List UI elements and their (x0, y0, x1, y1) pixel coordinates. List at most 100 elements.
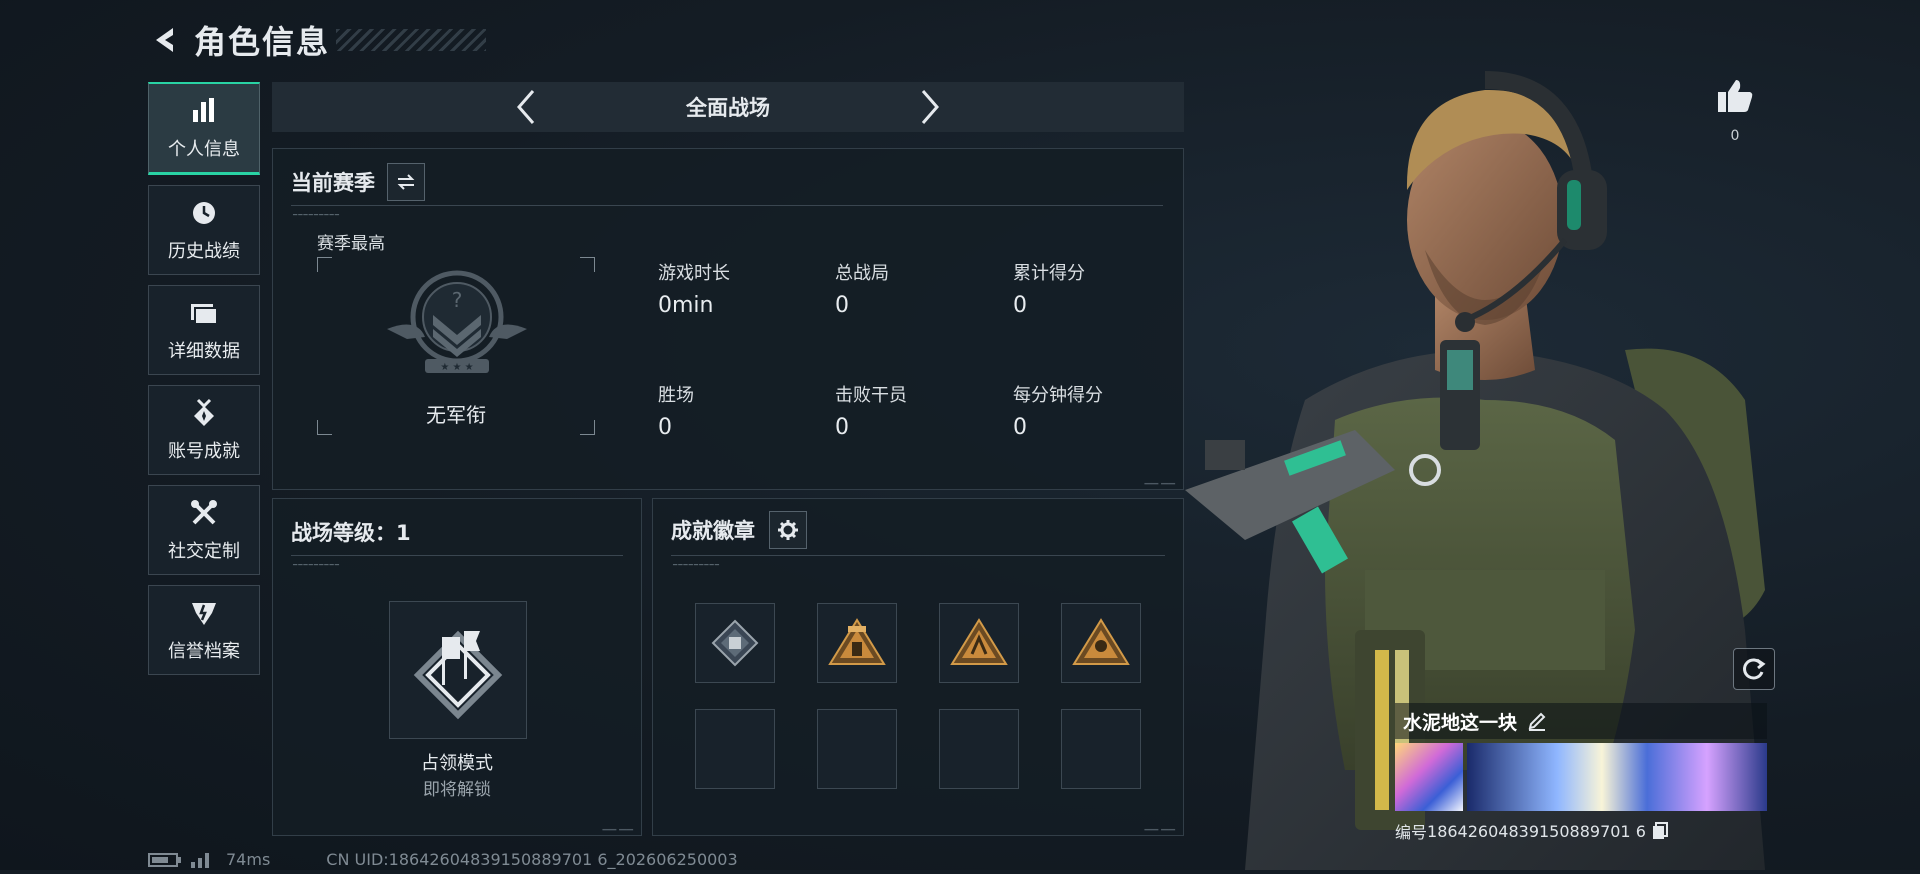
stat-value: 0 (835, 415, 849, 440)
thumbs-up-icon[interactable] (1715, 78, 1755, 118)
stat-label: 总战局 (835, 263, 889, 284)
stat-score-per-minute: 每分钟得分 0 (1013, 381, 1103, 440)
mode-selector: 全面战场 (272, 82, 1184, 132)
banner-image (1467, 743, 1767, 811)
battlefield-level-panel: 战场等级：1 ━━━━━━━━━ 占领模式 即将解锁 ▁▁ ▁▁ (272, 498, 642, 836)
svg-text:?: ? (452, 288, 463, 312)
stat-playtime: 游戏时长 0min (658, 259, 730, 318)
badge-settings-button[interactable] (769, 511, 807, 549)
stat-label: 击败干员 (835, 385, 907, 406)
sidebar-item-achievements[interactable]: 账号成就 (148, 385, 260, 475)
empty-badge-slot[interactable] (695, 709, 775, 789)
corner-decoration: ▁▁ ▁▁ (602, 821, 633, 831)
stat-label: 游戏时长 (658, 263, 730, 284)
corner-decoration: ▁▁ ▁▁ (1144, 475, 1175, 485)
badge-slot[interactable] (817, 603, 897, 683)
rank-name: 无军衔 (426, 403, 486, 427)
gold-triangle-badge-icon (828, 618, 886, 665)
title-decoration (336, 29, 487, 51)
sidebar-item-label: 账号成就 (168, 441, 240, 462)
sidebar-item-reputation[interactable]: 信誉档案 (148, 585, 260, 675)
mode-name: 占领模式 (421, 753, 493, 774)
switch-season-button[interactable] (387, 163, 425, 201)
stat-total-score: 累计得分 0 (1013, 259, 1085, 318)
stat-kills: 击败干员 0 (835, 381, 907, 440)
achievements-panel: 成就徽章 ━━━━━━━━━ ▁▁ ▁▁ (652, 498, 1184, 836)
edit-name-icon[interactable] (1527, 711, 1547, 731)
stat-total-matches: 总战局 0 (835, 259, 889, 318)
gear-icon (778, 520, 798, 540)
stat-label: 每分钟得分 (1013, 385, 1103, 406)
svg-text:★ ★ ★: ★ ★ ★ (440, 362, 473, 373)
decor-text: ━━━━━━━━━ (293, 561, 340, 569)
sidebar-item-history[interactable]: 历史战绩 (148, 185, 260, 275)
stat-value: 0min (658, 293, 714, 318)
back-arrow-icon[interactable] (150, 25, 180, 55)
swap-icon (397, 174, 415, 190)
stat-value: 0 (835, 293, 849, 318)
diamond-badge-icon (711, 619, 759, 667)
character-card: 水泥地这一块 编号 18642604839150889701 6 (1395, 703, 1767, 843)
stat-wins: 胜场 0 (658, 381, 694, 440)
sidebar-item-label: 社交定制 (168, 541, 240, 562)
wrench-icon (189, 497, 219, 529)
clock-icon (190, 197, 218, 229)
sidebar-item-details[interactable]: 详细数据 (148, 285, 260, 375)
avatar (1395, 743, 1463, 811)
ping-value: 74ms (226, 850, 271, 869)
stat-value: 0 (658, 415, 672, 440)
medal-icon (190, 397, 218, 429)
rotate-view-button[interactable] (1733, 648, 1775, 690)
season-best-label: 赛季最高 (317, 234, 385, 254)
badge-slot[interactable] (939, 603, 1019, 683)
prev-mode-button[interactable] (506, 87, 546, 127)
stat-label: 胜场 (658, 385, 694, 406)
empty-badge-slot[interactable] (817, 709, 897, 789)
sidebar-item-label: 个人信息 (168, 139, 240, 160)
character-id-row: 编号 18642604839150889701 6 (1395, 819, 1767, 843)
next-mode-button[interactable] (910, 87, 950, 127)
stat-label: 累计得分 (1013, 263, 1085, 284)
rotate-icon (1743, 658, 1766, 680)
like-count: 0 (1730, 128, 1740, 144)
mode-status: 即将解锁 (423, 780, 491, 800)
empty-badge-slot[interactable] (939, 709, 1019, 789)
badge-slot[interactable] (695, 603, 775, 683)
stat-value: 0 (1013, 293, 1027, 318)
flag-diamond-icon (413, 630, 503, 720)
sidebar-item-label: 历史战绩 (168, 241, 240, 262)
badge-slot[interactable] (1061, 603, 1141, 683)
profile-banner[interactable] (1395, 743, 1767, 811)
empty-badge-slot[interactable] (1061, 709, 1141, 789)
rank-emblem-icon: ? ★ ★ ★ (377, 267, 537, 381)
divider (291, 205, 1163, 206)
season-panel: 当前赛季 ━━━━━━━━━ 赛季最高 ? ★ ★ ★ 无军衔 游戏时长 0mi… (272, 148, 1184, 490)
copy-icon[interactable] (1652, 822, 1668, 840)
decor-text: ━━━━━━━━━ (673, 561, 720, 569)
bar-chart-icon (190, 95, 218, 127)
gold-triangle-badge-icon (1072, 618, 1130, 665)
page-header: 角色信息 (150, 18, 487, 62)
sidebar-item-social[interactable]: 社交定制 (148, 485, 260, 575)
battery-icon (148, 852, 182, 867)
uid-text: CN UID:18642604839150889701 6_2026062500… (326, 850, 738, 869)
folder-icon (189, 297, 219, 329)
capture-mode-icon-frame (389, 601, 527, 739)
shield-icon (190, 597, 218, 629)
character-id-value: 18642604839150889701 6 (1427, 821, 1646, 841)
sidebar-nav: 个人信息 历史战绩 详细数据 账号成就 社交定制 信誉档案 (148, 82, 260, 685)
season-title: 当前赛季 (291, 171, 375, 195)
character-id-label: 编号 (1395, 823, 1428, 842)
status-bar: 74ms CN UID:18642604839150889701 6_20260… (148, 850, 738, 869)
current-mode: 全面战场 (686, 96, 770, 120)
battlefield-level-title: 战场等级：1 (291, 521, 411, 545)
divider (291, 555, 623, 556)
decor-text: ━━━━━━━━━ (293, 211, 340, 219)
sidebar-item-label: 信誉档案 (168, 641, 240, 662)
rank-frame: ? ★ ★ ★ 无军衔 (317, 257, 595, 435)
character-name: 水泥地这一块 (1403, 711, 1518, 734)
corner-decoration: ▁▁ ▁▁ (1144, 821, 1175, 831)
achievements-title: 成就徽章 (671, 519, 755, 543)
stat-value: 0 (1013, 415, 1027, 440)
sidebar-item-personal-info[interactable]: 个人信息 (148, 82, 260, 175)
